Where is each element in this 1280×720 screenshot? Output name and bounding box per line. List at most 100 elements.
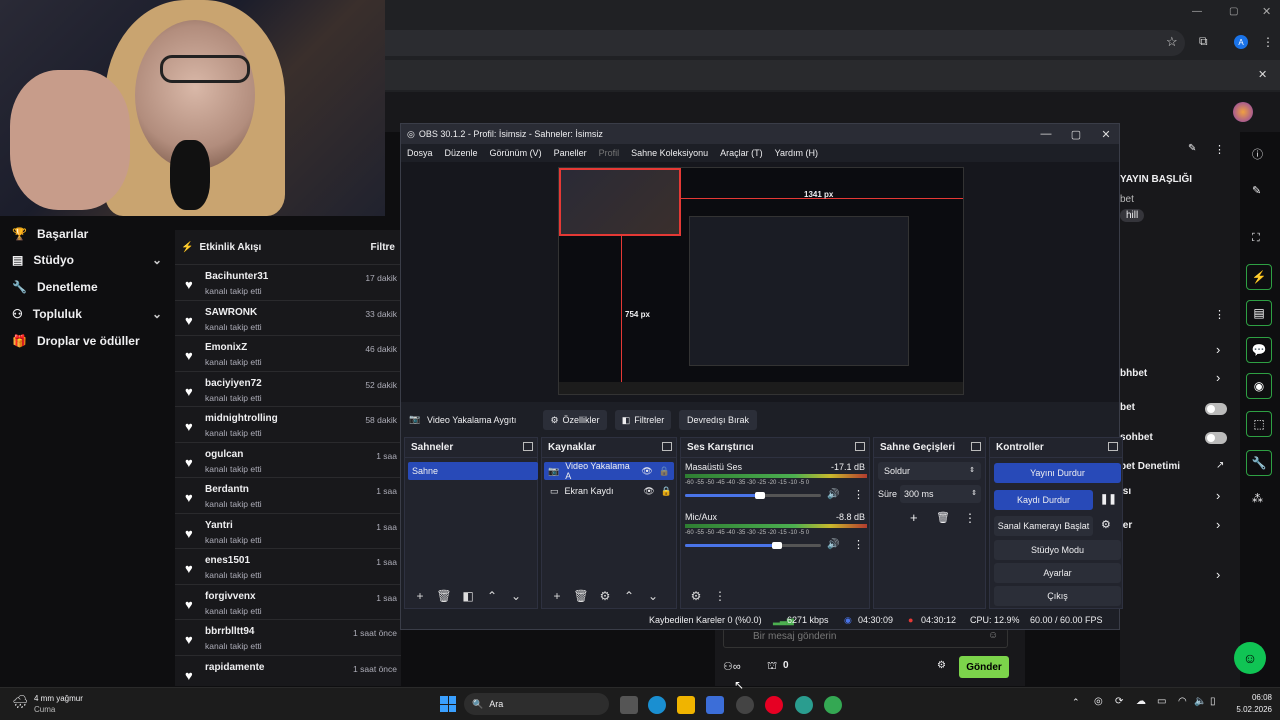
- source-item-screen[interactable]: ▭ Ekran Kaydı 👁 🔒: [546, 482, 676, 500]
- more-icon[interactable]: ⋮: [1214, 143, 1225, 156]
- down-arrow-icon[interactable]: ⌄: [644, 589, 662, 603]
- lock-icon[interactable]: 🔒: [661, 486, 676, 497]
- chevron-right-icon[interactable]: ›: [1216, 370, 1220, 385]
- slider-knob[interactable]: [755, 492, 765, 499]
- send-button[interactable]: Gönder: [959, 656, 1009, 678]
- tray-sync-icon[interactable]: ⟳: [1115, 696, 1123, 707]
- menu-help[interactable]: Yardım (H): [775, 148, 818, 158]
- more-icon[interactable]: ⋮: [964, 511, 976, 525]
- obs-maximize-icon[interactable]: ▢: [1061, 126, 1091, 142]
- chevron-right-icon[interactable]: ›: [1216, 488, 1220, 503]
- gear-icon[interactable]: ⚙: [1101, 518, 1111, 531]
- eye-icon[interactable]: 👁: [643, 486, 654, 497]
- task-view-icon[interactable]: [620, 696, 638, 714]
- menu-edit[interactable]: Düzenle: [445, 148, 478, 158]
- volume-slider-desktop[interactable]: [685, 494, 760, 497]
- lock-icon[interactable]: 🔒: [659, 466, 674, 477]
- feed-item[interactable]: ♥ EmonixZ kanalı takip etti 46 dakik: [175, 335, 401, 371]
- weather-icon[interactable]: 🌧: [12, 694, 29, 710]
- wifi-icon[interactable]: ◠: [1178, 696, 1187, 707]
- external-link-icon[interactable]: ↗: [1216, 460, 1224, 471]
- up-arrow-icon[interactable]: ⌃: [620, 589, 638, 603]
- chevron-right-icon[interactable]: ›: [1216, 517, 1220, 532]
- feed-item[interactable]: ♥ SAWRONK kanalı takip etti 33 dakik: [175, 299, 401, 336]
- speaker-icon[interactable]: 🔊: [827, 539, 839, 550]
- source-item-video[interactable]: 📷 Video Yakalama A 👁 🔒: [544, 461, 674, 481]
- extensions-icon[interactable]: ⧉: [1199, 34, 1208, 49]
- feed-item[interactable]: ♥ midnightrolling kanalı takip etti 58 daki…: [175, 406, 401, 442]
- filter-icon[interactable]: ◧: [459, 589, 477, 603]
- properties-button[interactable]: ⚙ Özellikler: [543, 410, 607, 430]
- trash-icon[interactable]: 🗑: [435, 589, 453, 603]
- add-action-icon[interactable]: ⁂: [1252, 492, 1263, 505]
- start-button[interactable]: [440, 696, 456, 712]
- chat-settings-icon[interactable]: ⚙: [937, 660, 946, 671]
- nav-item-studio[interactable]: ▤ Stüdyo ⌄: [12, 248, 162, 272]
- obs-minimize-icon[interactable]: —: [1031, 126, 1061, 142]
- nav-item-moderation[interactable]: 🔧 Denetleme: [12, 275, 162, 299]
- browser-menu-icon[interactable]: ⋮: [1262, 35, 1274, 49]
- virtual-camera-button[interactable]: Sanal Kamerayı Başlat: [994, 516, 1093, 536]
- add-icon[interactable]: +: [548, 589, 566, 603]
- feed-item[interactable]: ♥ Yantri kanalı takip etti 1 saa: [175, 512, 401, 549]
- settings-button[interactable]: Ayarlar: [994, 563, 1121, 583]
- emote-icon[interactable]: ☺: [988, 630, 998, 641]
- chevron-right-icon[interactable]: ›: [1216, 342, 1220, 357]
- filters-button[interactable]: ◧ Filtreler: [615, 410, 671, 430]
- add-icon[interactable]: +: [411, 589, 429, 603]
- window-minimize-icon[interactable]: —: [1192, 6, 1202, 17]
- more-icon[interactable]: ⋮: [853, 538, 864, 551]
- duration-input[interactable]: 300 ms ⇕: [900, 485, 981, 503]
- webcam-source-box[interactable]: [559, 168, 681, 236]
- help-chat-button[interactable]: ☺: [1234, 642, 1266, 674]
- dock-undock-icon[interactable]: [855, 442, 865, 451]
- feed-item[interactable]: ♥ baciyiyen72 kanalı takip etti 52 dakik: [175, 370, 401, 407]
- pencil-icon[interactable]: ✎: [1252, 184, 1261, 197]
- dock-undock-icon[interactable]: [1108, 442, 1118, 451]
- add-icon[interactable]: +: [910, 510, 918, 525]
- speaker-icon[interactable]: 🔊: [827, 489, 839, 500]
- exit-button[interactable]: Çıkış: [994, 586, 1121, 606]
- feed-item[interactable]: ♥ enes1501 kanalı takip etti 1 saa: [175, 548, 401, 584]
- edit-pencil-icon[interactable]: ✎: [1188, 143, 1196, 154]
- menu-view[interactable]: Görünüm (V): [490, 148, 542, 158]
- tray-display-icon[interactable]: ▭: [1157, 696, 1166, 707]
- file-explorer-icon[interactable]: [677, 696, 695, 714]
- feed-item[interactable]: ♥ rapidamente 1 saat önce: [175, 654, 401, 691]
- up-arrow-icon[interactable]: ⌃: [483, 589, 501, 603]
- channel-points-icon[interactable]: ⚇∞: [723, 660, 741, 673]
- more-icon-2[interactable]: ⋮: [1214, 308, 1225, 321]
- store-icon[interactable]: [706, 696, 724, 714]
- window-close-icon[interactable]: ✕: [1262, 5, 1271, 18]
- toggle-switch-2[interactable]: [1205, 432, 1227, 444]
- lightning-action-icon[interactable]: ⚡: [1246, 264, 1272, 290]
- trash-icon[interactable]: 🗑: [936, 511, 950, 524]
- info-icon[interactable]: ⓘ: [1252, 146, 1263, 162]
- tray-cloud-icon[interactable]: ☁: [1136, 696, 1146, 707]
- toggle-switch-1[interactable]: [1205, 403, 1227, 415]
- advanced-audio-icon[interactable]: ⚙: [687, 589, 705, 603]
- feed-item[interactable]: ♥ ogulcan kanalı takip etti 1 saa: [175, 441, 401, 478]
- clock-time[interactable]: 06:08: [1226, 693, 1272, 702]
- studio-mode-button[interactable]: Stüdyo Modu: [994, 540, 1121, 560]
- infobar-close-icon[interactable]: ✕: [1258, 68, 1267, 81]
- chat-action-icon[interactable]: 💬: [1246, 337, 1272, 363]
- taskbar-search[interactable]: 🔍 Ara: [464, 693, 609, 715]
- globe-app-icon[interactable]: [795, 696, 813, 714]
- more-icon[interactable]: ⋮: [853, 488, 864, 501]
- nav-item-community[interactable]: ⚇ Topluluk ⌄: [12, 302, 162, 326]
- obs-preview[interactable]: 1341 px 754 px: [401, 162, 1119, 402]
- stop-stream-button[interactable]: Yayını Durdur: [994, 463, 1121, 483]
- transition-select[interactable]: Soldur ⇕: [878, 462, 981, 480]
- nav-item-drops[interactable]: 🎁 Droplar ve ödüller: [12, 329, 162, 353]
- trash-icon[interactable]: 🗑: [572, 589, 590, 603]
- pinterest-icon[interactable]: [765, 696, 783, 714]
- menu-profile[interactable]: Profil: [599, 148, 620, 158]
- menu-tools[interactable]: Araçlar (T): [720, 148, 763, 158]
- weather-text[interactable]: 4 mm yağmur: [34, 694, 83, 703]
- tray-app-icon[interactable]: ◎: [1094, 696, 1103, 707]
- notes-action-icon[interactable]: ▤: [1246, 300, 1272, 326]
- clip-action-icon[interactable]: ⬚: [1246, 411, 1272, 437]
- broadcast-action-icon[interactable]: ◉: [1246, 373, 1272, 399]
- dock-undock-icon[interactable]: [523, 442, 533, 451]
